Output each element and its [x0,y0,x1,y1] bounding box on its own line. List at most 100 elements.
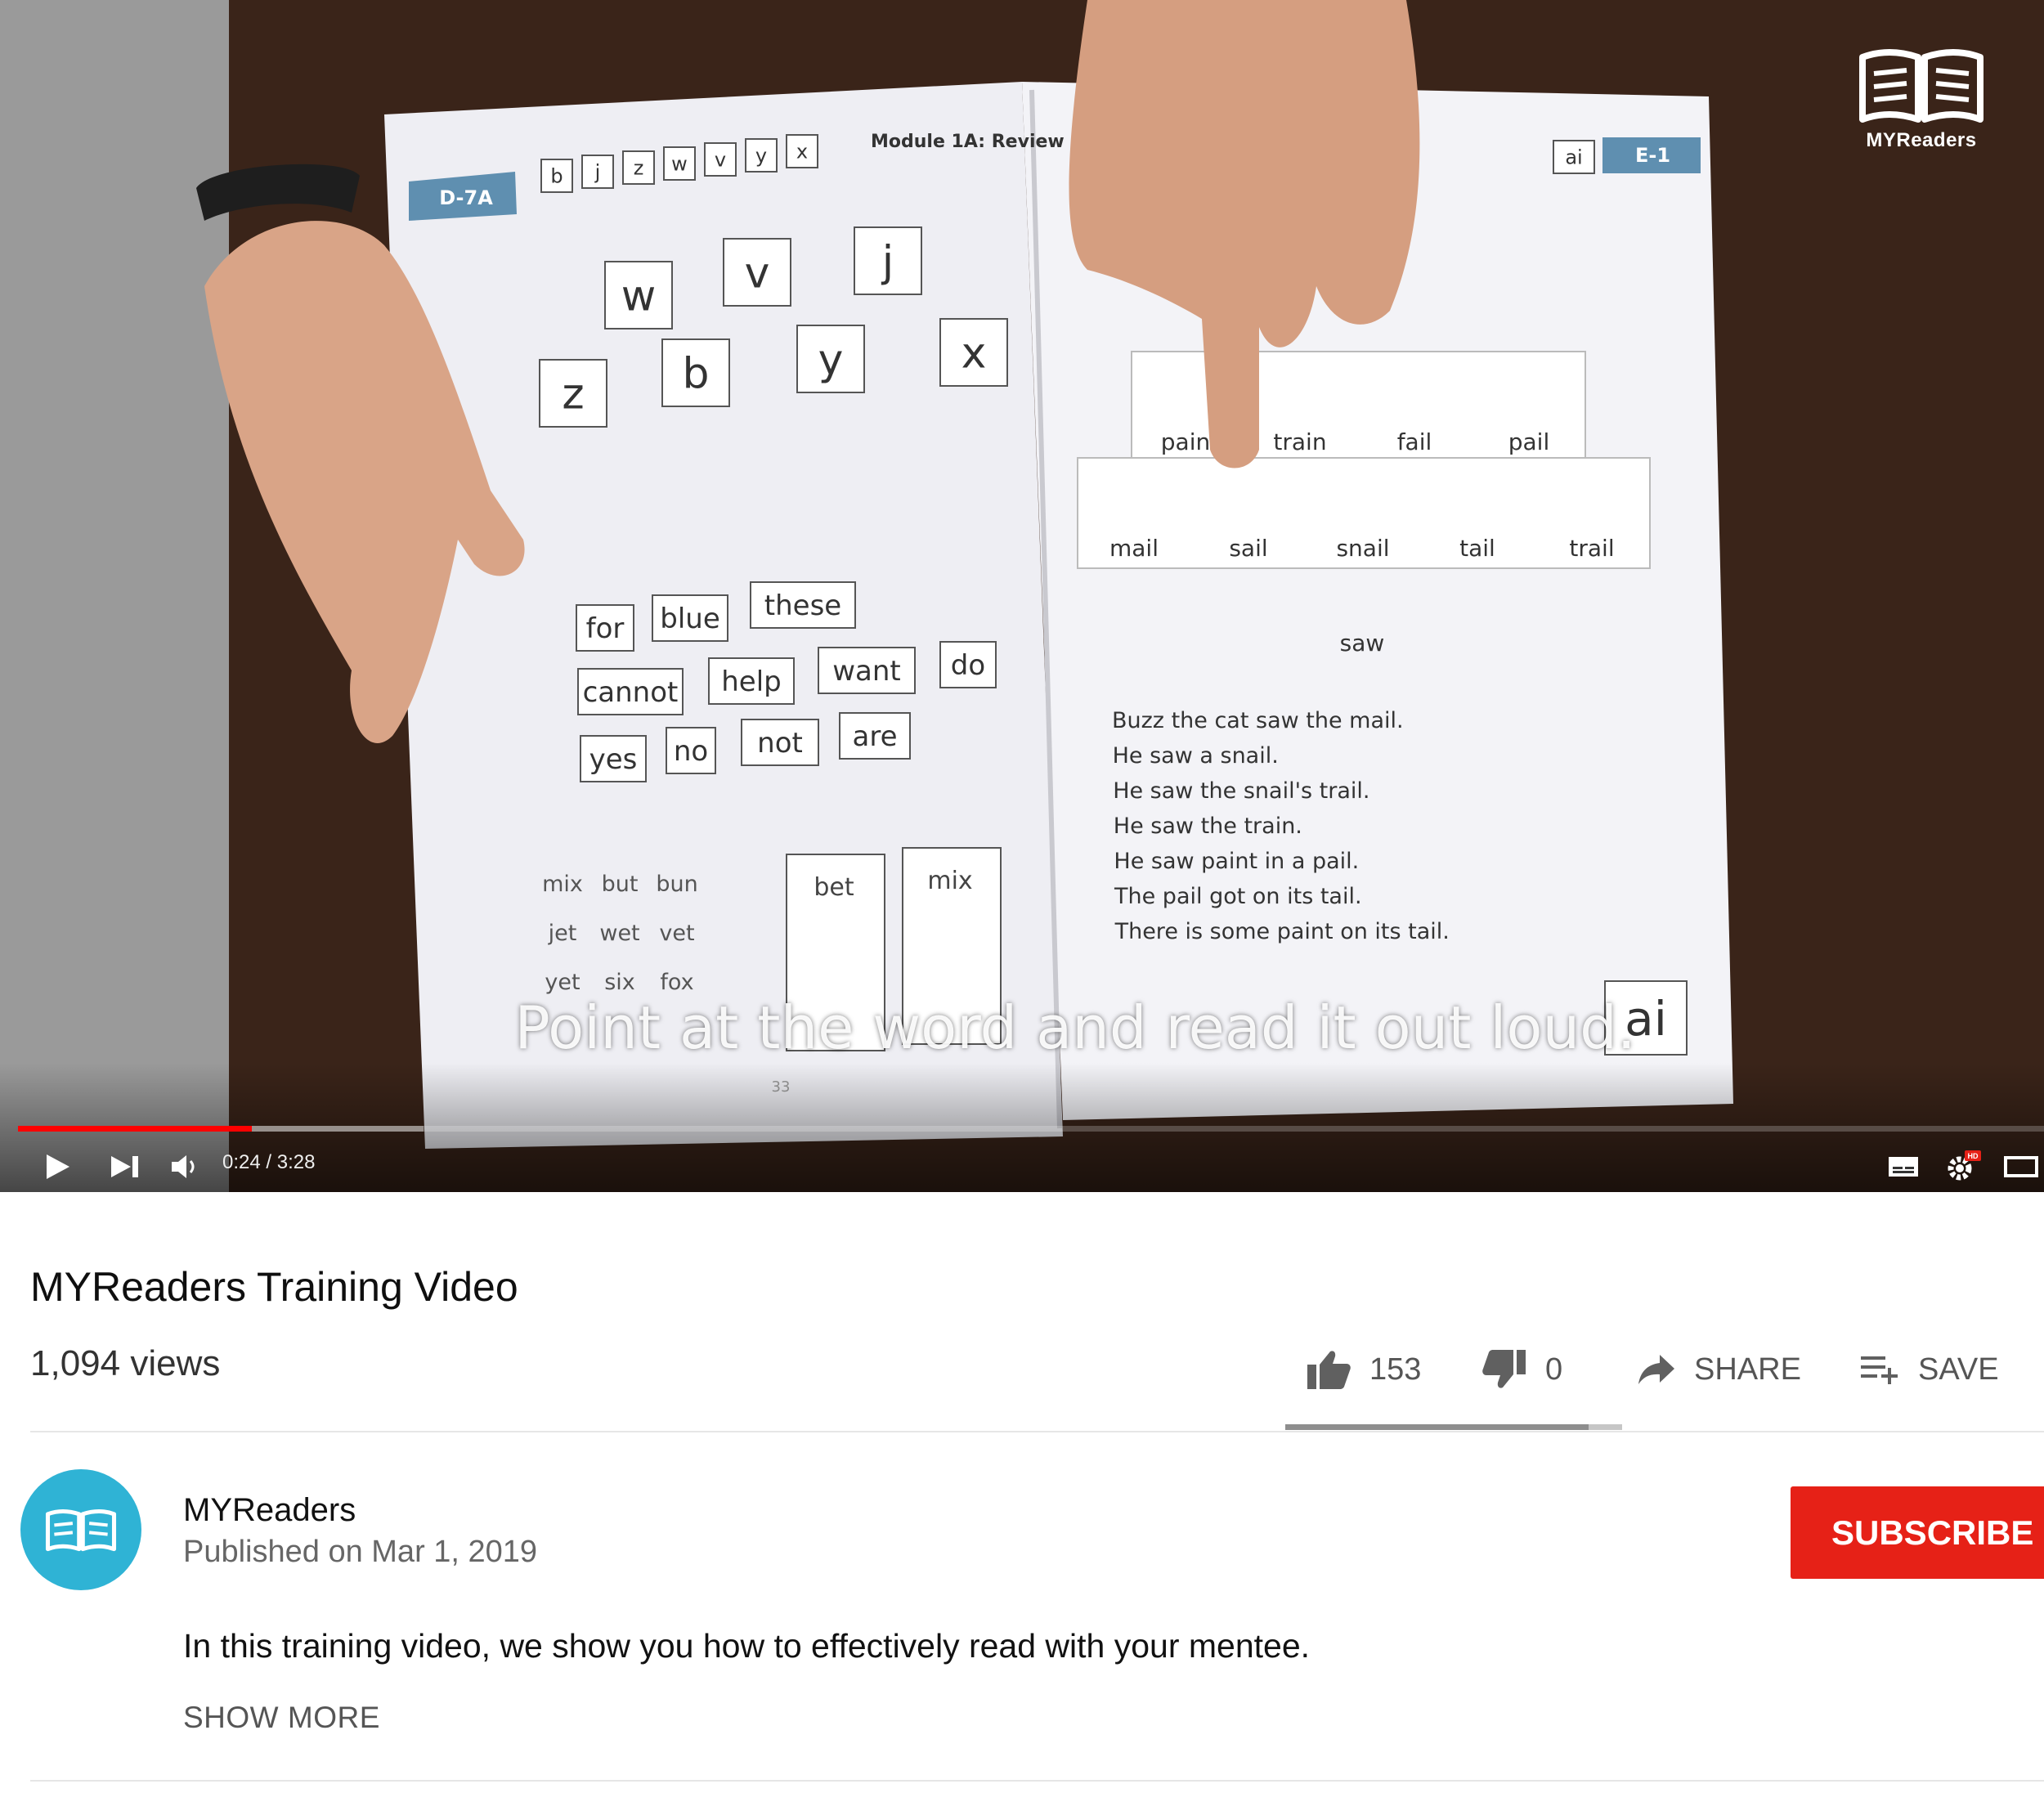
channel-name[interactable]: MYReaders [183,1492,356,1529]
story-sentence: The pail got on its tail. [1114,884,1362,909]
letter-card: j [881,238,894,287]
subscribe-button[interactable]: SUBSCRIBE 2 [1791,1486,2044,1579]
right-tab-code: E-1 [1635,144,1670,167]
letter-card: v [745,249,770,298]
divider [30,1431,2044,1432]
letter-card: b [682,350,709,399]
sight-word: cannot [583,676,679,709]
progress-bar[interactable] [18,1126,2044,1132]
rhyme-word: six [604,970,635,995]
playlist-add-icon [1861,1356,1898,1384]
sight-word: not [757,727,803,760]
picture-word: pain [1161,428,1210,455]
sentiment-bar [1285,1424,1622,1430]
story-sentence: He saw paint in a pail. [1114,849,1359,874]
time-display: 0:24 / 3:28 [222,1151,316,1173]
subtitles-button[interactable] [1879,1146,1928,1187]
letter-card: w [621,272,657,321]
story-sentence: There is some paint on its tail. [1114,919,1450,944]
sight-word: are [853,720,898,753]
letter-row-item: y [755,145,767,168]
sight-word: help [721,666,782,698]
view-count: 1,094 views [30,1343,221,1383]
video-player[interactable]: D-7A b j z w v y x Module 1A: Review w v j z b y x for bl… [0,0,2044,1192]
book-logo-icon [1859,49,1983,123]
show-more-button[interactable]: SHOW MORE [183,1701,380,1735]
right-tab-label: ai [1565,146,1582,169]
share-arrow-icon [1638,1355,1674,1384]
book-logo-icon [45,1508,117,1552]
video-caption: Point at the word and read it out loud. [514,993,1636,1062]
letter-row-item: v [715,149,726,172]
sight-word: for [586,612,625,645]
picture-word: train [1273,428,1326,455]
volume-icon [172,1155,195,1178]
rhyme-word: yet [545,970,580,995]
rhyme-word: fox [660,970,693,995]
picture-word: trail [1569,535,1614,562]
play-button[interactable] [33,1146,82,1187]
video-description: In this training video, we show you how … [183,1627,1311,1665]
rhyme-box-label: mix [927,867,972,895]
divider [30,1780,2044,1782]
picture-word: mail [1109,535,1159,562]
channel-watermark[interactable]: MYReaders [1848,46,1995,152]
theater-mode-button[interactable] [1997,1146,2044,1187]
letter-row-item: z [634,157,644,180]
next-button[interactable] [101,1146,150,1187]
picture-word: sail [1229,535,1267,562]
letter-row-item: b [550,165,563,188]
save-button[interactable]: SAVE [1859,1343,1999,1396]
sight-word: yes [589,743,638,776]
share-label: SHARE [1694,1352,1801,1387]
thumbs-up-icon [1307,1351,1351,1389]
letter-card: z [562,370,584,419]
letter-card: y [818,336,844,385]
rhyme-word: mix [542,872,583,897]
settings-button[interactable]: HD [1938,1146,1987,1187]
story-sentence: He saw a snail. [1113,743,1279,769]
like-button[interactable]: 153 [1306,1343,1421,1396]
share-button[interactable]: SHARE [1637,1343,1801,1396]
volume-button[interactable] [162,1146,211,1187]
channel-avatar[interactable] [20,1469,141,1590]
rhyme-word: but [602,872,639,897]
watermark-label: MYReaders [1866,129,1977,151]
dislike-button[interactable]: 0 [1481,1343,1562,1396]
subscribe-label: SUBSCRIBE [1831,1513,2034,1552]
rhyme-word: bun [656,872,697,897]
settings-icon: HD [1948,1150,1981,1181]
rhyme-word: jet [548,921,577,946]
sight-word: no [674,735,708,768]
sight-word: want [832,655,901,688]
sight-word: blue [660,603,720,635]
like-count: 153 [1369,1352,1422,1387]
sentiment-bar-likes [1285,1424,1589,1430]
rhyme-box-label: bet [814,873,854,902]
say-word: saw [1340,630,1385,657]
rhyme-word: wet [599,921,639,946]
letter-row-item: j [594,161,601,184]
sight-word: these [764,589,841,622]
publish-date: Published on Mar 1, 2019 [183,1535,538,1569]
module-tab-label: D-7A [439,186,493,209]
story-sentence: He saw the train. [1114,814,1302,839]
picture-word: snail [1336,535,1389,562]
video-title: MYReaders Training Video [30,1264,518,1310]
play-icon [47,1154,69,1179]
story-sentence: Buzz the cat saw the mail. [1112,708,1404,733]
hd-badge: HD [1968,1152,1979,1160]
dislike-count: 0 [1545,1352,1563,1387]
picture-word: pail [1508,428,1550,455]
thumbs-down-icon [1482,1350,1526,1388]
letter-row-item: w [671,153,688,176]
sight-word: do [951,649,985,682]
subtitles-icon [1889,1157,1918,1177]
progress-played [18,1126,252,1132]
story-sentence: He saw the snail's trail. [1113,778,1369,804]
theater-mode-icon [2004,1156,2038,1177]
picture-word: fail [1397,428,1432,455]
letter-row-item: x [796,141,808,164]
letter-card: x [961,329,987,379]
rhyme-word: vet [659,921,694,946]
